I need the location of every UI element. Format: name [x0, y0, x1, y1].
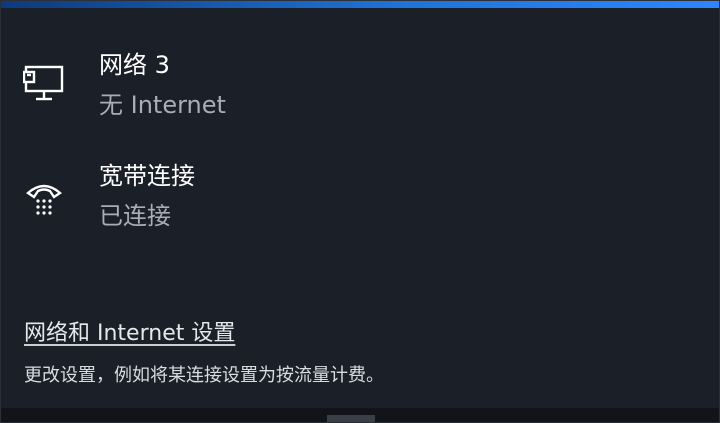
taskbar-indicator — [327, 415, 375, 422]
connection-status: 已连接 — [99, 202, 171, 230]
connection-name: 网络 3 — [99, 51, 170, 79]
accent-bar — [1, 1, 719, 8]
connection-item-network-3[interactable]: 网络 3 无 Internet — [1, 46, 719, 136]
ethernet-monitor-icon — [22, 63, 65, 105]
taskbar-edge — [1, 408, 719, 422]
network-settings-link[interactable]: 网络和 Internet 设置 — [24, 319, 235, 349]
connection-status: 无 Internet — [99, 91, 226, 119]
network-flyout: 网络 3 无 Internet 宽带连接 已连接 网络和 Internet 设置… — [0, 0, 720, 423]
dialup-phone-icon — [23, 177, 65, 219]
connection-item-broadband[interactable]: 宽带连接 已连接 — [1, 157, 719, 247]
settings-description: 更改设置，例如将某连接设置为按流量计费。 — [24, 365, 384, 386]
connection-name: 宽带连接 — [99, 162, 195, 190]
